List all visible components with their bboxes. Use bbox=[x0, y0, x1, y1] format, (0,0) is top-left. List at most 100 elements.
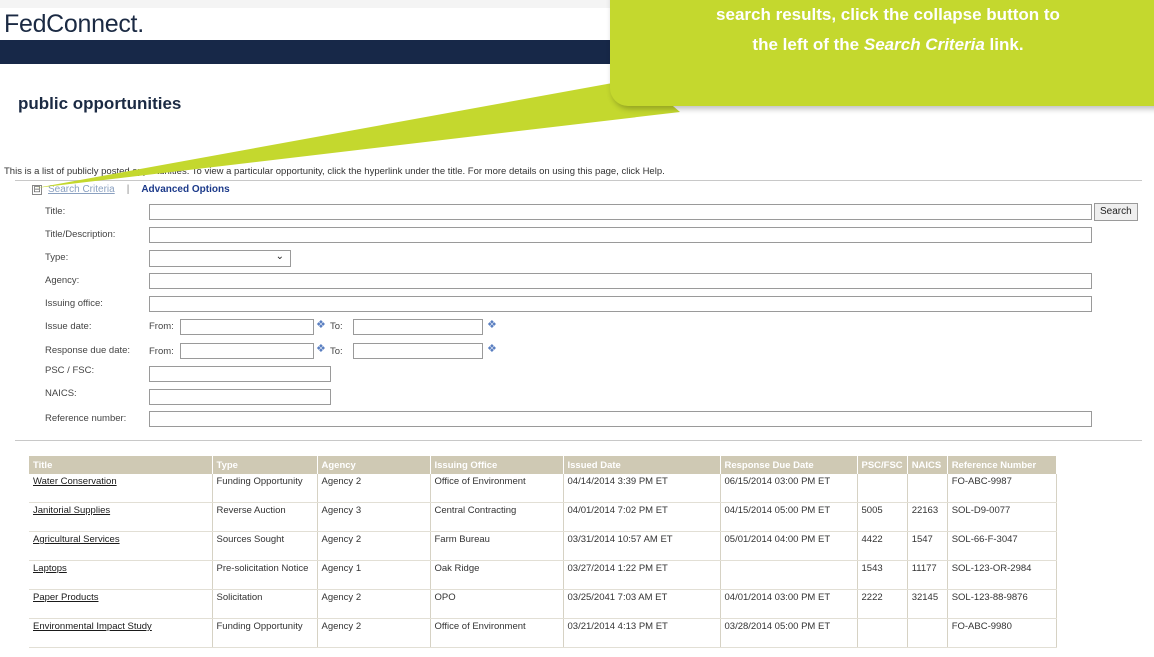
divider bbox=[15, 440, 1142, 441]
cell-title: Environmental Impact Study bbox=[29, 618, 213, 648]
cell-naics bbox=[907, 618, 948, 648]
intro-text: This is a list of publicly posted opport… bbox=[4, 166, 665, 177]
agency-input[interactable] bbox=[149, 273, 1092, 289]
column-header-response-due-date[interactable]: Response Due Date bbox=[720, 456, 858, 474]
column-header-naics[interactable]: NAICS bbox=[907, 456, 948, 474]
cell-issuing-office: Oak Ridge bbox=[430, 560, 564, 590]
chevron-down-icon: ⌄ bbox=[275, 251, 284, 262]
opportunity-link[interactable]: Water Conservation bbox=[33, 476, 117, 487]
response-from-label: From: bbox=[149, 346, 174, 357]
opportunity-link[interactable]: Laptops bbox=[33, 563, 67, 574]
response-due-date-label: Response due date: bbox=[45, 345, 131, 356]
advanced-options-link[interactable]: Advanced Options bbox=[141, 184, 229, 195]
cell-naics bbox=[907, 474, 948, 503]
cell-type: Pre-solicitation Notice bbox=[212, 560, 318, 590]
calendar-icon[interactable]: ❖ bbox=[487, 342, 497, 355]
calendar-icon[interactable]: ❖ bbox=[316, 342, 326, 355]
cell-psc-fsc: 2222 bbox=[857, 589, 908, 619]
callout-text: search results, click the collapse butto… bbox=[610, 0, 1154, 60]
cell-type: Solicitation bbox=[212, 589, 318, 619]
response-to-input[interactable] bbox=[353, 343, 483, 359]
cell-naics: 1547 bbox=[907, 531, 948, 561]
column-header-issuing-office[interactable]: Issuing Office bbox=[430, 456, 564, 474]
search-criteria-header: ⊟ Search Criteria | Advanced Options bbox=[32, 184, 230, 195]
cell-reference-number: FO-ABC-9987 bbox=[947, 474, 1057, 503]
cell-agency: Agency 2 bbox=[317, 474, 431, 503]
cell-psc-fsc bbox=[857, 618, 908, 648]
cell-psc-fsc: 4422 bbox=[857, 531, 908, 561]
cell-response-due-date: 06/15/2014 03:00 PM ET bbox=[720, 474, 858, 503]
issue-to-input[interactable] bbox=[353, 319, 483, 335]
calendar-icon[interactable]: ❖ bbox=[487, 318, 497, 331]
cell-issuing-office: Farm Bureau bbox=[430, 531, 564, 561]
cell-title: Paper Products bbox=[29, 589, 213, 619]
table-row: Laptops Pre-solicitation Notice Agency 1… bbox=[29, 560, 1057, 590]
psc-fsc-label: PSC / FSC: bbox=[45, 365, 95, 376]
title-description-input[interactable] bbox=[149, 227, 1092, 243]
search-criteria-link[interactable]: Search Criteria bbox=[48, 184, 115, 195]
cell-issued-date: 03/31/2014 10:57 AM ET bbox=[563, 531, 721, 561]
cell-title: Agricultural Services bbox=[29, 531, 213, 561]
cell-agency: Agency 1 bbox=[317, 560, 431, 590]
cell-type: Funding Opportunity bbox=[212, 474, 318, 503]
title-input[interactable] bbox=[149, 204, 1092, 220]
cell-reference-number: FO-ABC-9980 bbox=[947, 618, 1057, 648]
cell-issued-date: 04/01/2014 7:02 PM ET bbox=[563, 502, 721, 532]
search-button[interactable]: Search bbox=[1094, 203, 1138, 221]
cell-issuing-office: OPO bbox=[430, 589, 564, 619]
table-header-row: Title Type Agency Issuing Office Issued … bbox=[29, 456, 1057, 474]
collapse-icon[interactable]: ⊟ bbox=[32, 184, 42, 195]
type-label: Type: bbox=[45, 252, 69, 263]
callout-line-2: the left of the Search Criteria link. bbox=[752, 35, 1024, 54]
cell-response-due-date: 04/15/2014 05:00 PM ET bbox=[720, 502, 858, 532]
calendar-icon[interactable]: ❖ bbox=[316, 318, 326, 331]
cell-reference-number: SOL-66-F-3047 bbox=[947, 531, 1057, 561]
cell-agency: Agency 2 bbox=[317, 531, 431, 561]
cell-psc-fsc: 5005 bbox=[857, 502, 908, 532]
issuing-office-input[interactable] bbox=[149, 296, 1092, 312]
cell-type: Reverse Auction bbox=[212, 502, 318, 532]
table-row: Environmental Impact Study Funding Oppor… bbox=[29, 618, 1057, 648]
page-title: public opportunities bbox=[18, 94, 182, 113]
cell-title: Janitorial Supplies bbox=[29, 502, 213, 532]
column-header-issued-date[interactable]: Issued Date bbox=[563, 456, 721, 474]
cell-psc-fsc: 1543 bbox=[857, 560, 908, 590]
reference-number-input[interactable] bbox=[149, 411, 1092, 427]
cell-naics: 11177 bbox=[907, 560, 948, 590]
issue-date-label: Issue date: bbox=[45, 321, 92, 332]
cell-issuing-office: Office of Environment bbox=[430, 618, 564, 648]
cell-naics: 22163 bbox=[907, 502, 948, 532]
naics-input[interactable] bbox=[149, 389, 331, 405]
column-header-reference-number[interactable]: Reference Number bbox=[947, 456, 1057, 474]
column-header-title[interactable]: Title bbox=[29, 456, 213, 474]
issue-from-label: From: bbox=[149, 321, 174, 332]
psc-fsc-input[interactable] bbox=[149, 366, 331, 382]
cell-issued-date: 04/14/2014 3:39 PM ET bbox=[563, 474, 721, 503]
cell-response-due-date bbox=[720, 560, 858, 590]
cell-title: Water Conservation bbox=[29, 474, 213, 503]
table-row: Agricultural Services Sources Sought Age… bbox=[29, 531, 1057, 561]
cell-issued-date: 03/27/2014 1:22 PM ET bbox=[563, 560, 721, 590]
cell-agency: Agency 3 bbox=[317, 502, 431, 532]
cell-response-due-date: 04/01/2014 03:00 PM ET bbox=[720, 589, 858, 619]
cell-title: Laptops bbox=[29, 560, 213, 590]
opportunity-link[interactable]: Paper Products bbox=[33, 592, 98, 603]
column-header-agency[interactable]: Agency bbox=[317, 456, 431, 474]
cell-issuing-office: Office of Environment bbox=[430, 474, 564, 503]
cell-agency: Agency 2 bbox=[317, 589, 431, 619]
type-select[interactable]: ⌄ bbox=[149, 250, 291, 267]
response-to-label: To: bbox=[330, 346, 343, 357]
column-header-psc-fsc[interactable]: PSC/FSC bbox=[857, 456, 908, 474]
opportunity-link[interactable]: Janitorial Supplies bbox=[33, 505, 110, 516]
issue-to-label: To: bbox=[330, 321, 343, 332]
opportunity-link[interactable]: Agricultural Services bbox=[33, 534, 120, 545]
opportunity-link[interactable]: Environmental Impact Study bbox=[33, 621, 152, 632]
table-row: Water Conservation Funding Opportunity A… bbox=[29, 474, 1057, 503]
cell-reference-number: SOL-D9-0077 bbox=[947, 502, 1057, 532]
response-from-input[interactable] bbox=[180, 343, 314, 359]
issue-from-input[interactable] bbox=[180, 319, 314, 335]
column-header-type[interactable]: Type bbox=[212, 456, 318, 474]
cell-agency: Agency 2 bbox=[317, 618, 431, 648]
results-table: Title Type Agency Issuing Office Issued … bbox=[29, 456, 1057, 648]
cell-response-due-date: 05/01/2014 04:00 PM ET bbox=[720, 531, 858, 561]
